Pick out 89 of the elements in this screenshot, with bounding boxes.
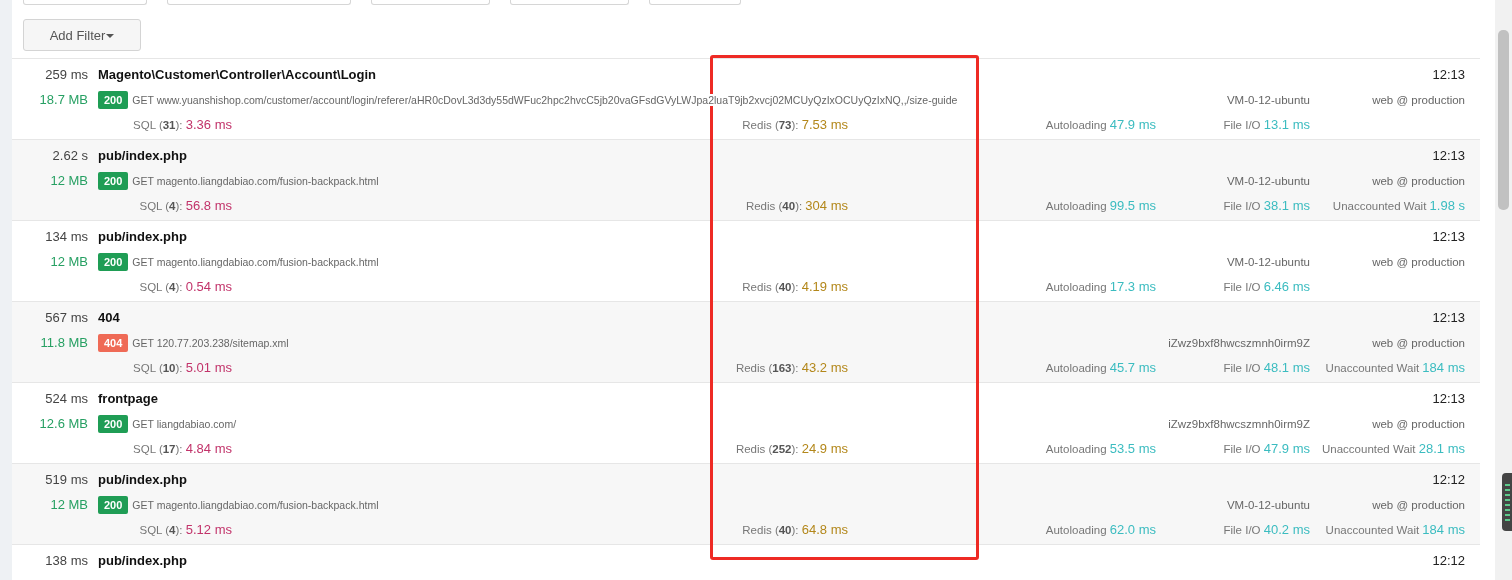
- add-filter-button[interactable]: Add Filter: [23, 19, 141, 51]
- filter-field[interactable]: [167, 0, 351, 5]
- metric-text: Redis (163): 43.2 ms: [735, 360, 848, 375]
- request-name[interactable]: pub/index.php: [98, 472, 1156, 487]
- scrollbar-thumb[interactable]: [1498, 30, 1509, 210]
- environment-text: web @ production: [1371, 336, 1465, 349]
- duration-text: 259 ms: [44, 67, 88, 82]
- scrollbar[interactable]: [1495, 0, 1512, 580]
- duration-text: 524 ms: [44, 391, 88, 406]
- metric-text: File I/O 40.2 ms: [1223, 522, 1310, 537]
- memory-text: 12 MB: [49, 497, 88, 512]
- time-text: 12:13: [1431, 229, 1465, 244]
- metric-text: Redis (40): 4.19 ms: [742, 279, 848, 294]
- filter-field[interactable]: [23, 0, 147, 5]
- metric-text: Redis (73): 7.53 ms: [742, 117, 848, 132]
- host-text: VM-0-12-ubuntu: [1225, 498, 1310, 511]
- time-text: 12:12: [1431, 553, 1465, 568]
- metric-text: File I/O 38.1 ms: [1223, 198, 1310, 213]
- status-badge: 200: [98, 495, 129, 514]
- metric-text: Redis (40): 64.8 ms: [742, 522, 848, 537]
- time-text: 12:12: [1431, 472, 1465, 487]
- duration-text: 134 ms: [44, 229, 88, 244]
- status-badge: 404: [98, 333, 129, 352]
- request-name[interactable]: pub/index.php: [98, 229, 1156, 244]
- memory-text: 18.7 MB: [38, 92, 88, 107]
- filter-field[interactable]: [649, 0, 741, 5]
- metric-text: SQL (4): 0.54 ms: [139, 279, 232, 294]
- request-url: GET liangdabiao.com/: [132, 417, 237, 430]
- memory-text: 11.8 MB: [39, 335, 88, 350]
- metric-text: Autoloading 17.3 ms: [1045, 279, 1156, 294]
- metric-text: File I/O 13.1 ms: [1223, 117, 1310, 132]
- duration-text: 519 ms: [44, 472, 88, 487]
- memory-text: 12.6 MB: [38, 416, 88, 431]
- metric-text: File I/O 47.9 ms: [1223, 441, 1310, 456]
- metric-text: Autoloading 62.0 ms: [1045, 522, 1156, 537]
- environment-text: web @ production: [1371, 417, 1465, 430]
- status-badge: 200: [98, 171, 129, 190]
- meter-widget-icon: [1502, 473, 1512, 531]
- metric-text: SQL (4): 5.12 ms: [139, 522, 232, 537]
- metric-text: File I/O 6.46 ms: [1223, 279, 1310, 294]
- time-text: 12:13: [1431, 67, 1465, 82]
- filter-field[interactable]: [510, 0, 629, 5]
- host-text: VM-0-12-ubuntu: [1225, 174, 1310, 187]
- metric-text: Unaccounted Wait 184 ms: [1325, 522, 1465, 537]
- environment-text: web @ production: [1371, 255, 1465, 268]
- metric-text: Unaccounted Wait 28.1 ms: [1322, 441, 1465, 456]
- caret-icon: [106, 34, 115, 38]
- request-name[interactable]: 404: [98, 310, 1156, 325]
- host-text: iZwz9bxf8hwcszmnh0irm9Z: [1167, 417, 1310, 430]
- metric-text: SQL (17): 4.84 ms: [133, 441, 232, 456]
- status-badge: 200: [98, 414, 129, 433]
- environment-text: web @ production: [1371, 174, 1465, 187]
- metric-text: Autoloading 53.5 ms: [1045, 441, 1156, 456]
- duration-text: 138 ms: [44, 553, 88, 568]
- status-badge: 200: [98, 252, 129, 271]
- metric-text: Unaccounted Wait 184 ms: [1325, 360, 1465, 375]
- time-text: 12:13: [1431, 391, 1465, 406]
- request-name[interactable]: frontpage: [98, 391, 1156, 406]
- request-name[interactable]: pub/index.php: [98, 148, 1156, 163]
- request-url: GET 120.77.203.238/sitemap.xml: [132, 336, 289, 349]
- environment-text: web @ production: [1371, 498, 1465, 511]
- host-text: VM-0-12-ubuntu: [1225, 93, 1310, 106]
- memory-text: 12 MB: [49, 254, 88, 269]
- filter-field[interactable]: [371, 0, 490, 5]
- host-text: VM-0-12-ubuntu: [1225, 255, 1310, 268]
- metric-text: Autoloading 45.7 ms: [1045, 360, 1156, 375]
- metric-text: Autoloading 47.9 ms: [1045, 117, 1156, 132]
- time-text: 12:13: [1431, 148, 1465, 163]
- metric-text: SQL (31): 3.36 ms: [133, 117, 232, 132]
- metric-text: SQL (4): 56.8 ms: [139, 198, 232, 213]
- host-text: iZwz9bxf8hwcszmnh0irm9Z: [1167, 336, 1310, 349]
- request-name[interactable]: pub/index.php: [98, 553, 1156, 568]
- metric-text: Redis (252): 24.9 ms: [735, 441, 848, 456]
- request-url: GET magento.liangdabiao.com/fusion-backpack.html: [132, 255, 379, 268]
- environment-text: web @ production: [1371, 93, 1465, 106]
- request-url: GET magento.liangdabiao.com/fusion-backpack.html: [132, 174, 379, 187]
- duration-text: 2.62 s: [51, 148, 88, 163]
- metric-text: Autoloading 99.5 ms: [1045, 198, 1156, 213]
- metric-text: SQL (10): 5.01 ms: [133, 360, 232, 375]
- metric-text: File I/O 48.1 ms: [1223, 360, 1310, 375]
- memory-text: 12 MB: [49, 173, 88, 188]
- request-url: GET magento.liangdabiao.com/fusion-backpack.html: [132, 498, 379, 511]
- request-name[interactable]: Magento\Customer\Controller\Account\Login: [98, 67, 1156, 82]
- metric-text: Redis (40): 304 ms: [745, 198, 848, 213]
- request-url: GET www.yuanshishop.com/customer/account/login/referer/aHR0cDovL3d3dy55dWFuc2hpc2hvcC5jb20vaGFsdGVyLWJpa2luaT9jb2xvcj02MCUyQzIxOCUyQzIxNQ,,/size-guide: [132, 93, 958, 106]
- duration-text: 567 ms: [44, 310, 88, 325]
- status-badge: 200: [98, 90, 129, 109]
- time-text: 12:13: [1431, 310, 1465, 325]
- metric-text: Unaccounted Wait 1.98 s: [1332, 198, 1465, 213]
